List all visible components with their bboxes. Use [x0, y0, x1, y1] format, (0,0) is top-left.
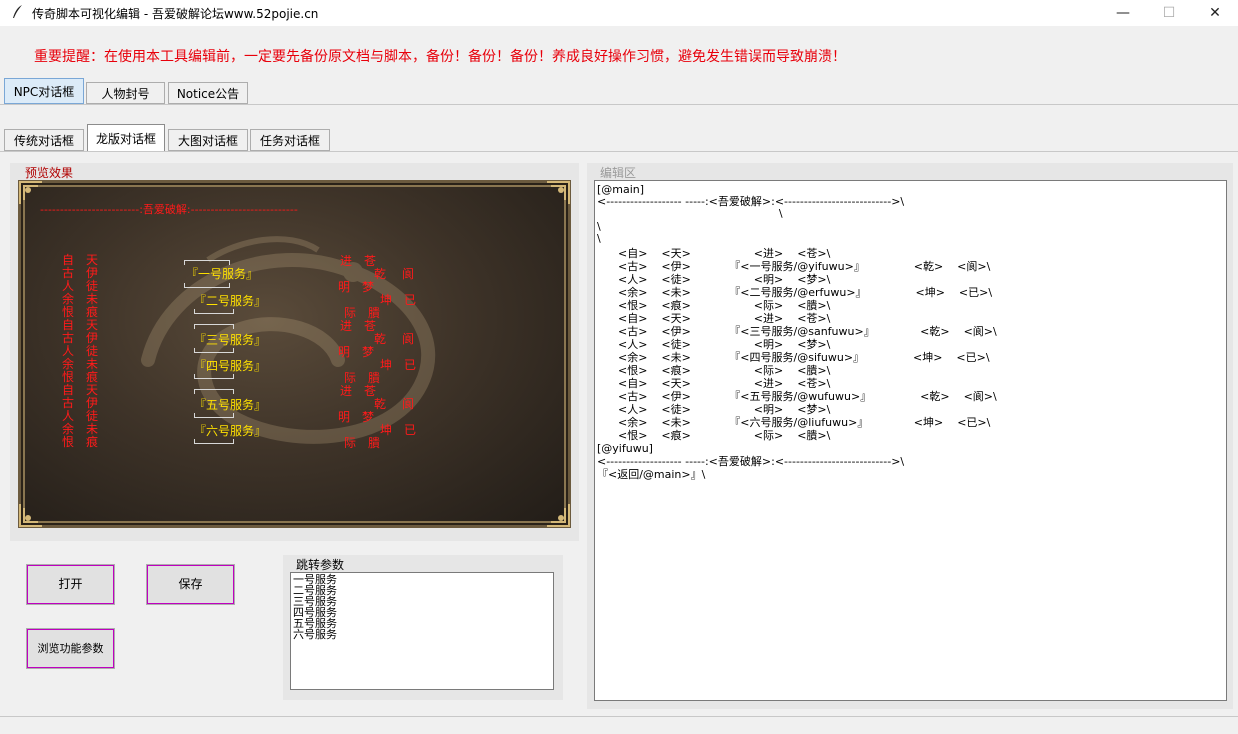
tab-dragon-dialog[interactable]: 龙版对话框	[87, 124, 165, 152]
editor-line: \	[597, 232, 601, 245]
jump-param-item: 六号服务	[293, 628, 337, 641]
editor-line: [@yifuwu]	[597, 442, 653, 455]
editor-line: <人> <徒> <明> <梦>\	[597, 338, 831, 351]
editor-line: <自> <天> <进> <苍>\	[597, 377, 831, 390]
close-button[interactable]: ✕	[1192, 0, 1238, 26]
preview-word: 坤	[380, 293, 393, 307]
jump-params-label: 跳转参数	[296, 558, 345, 572]
open-button[interactable]: 打开	[26, 564, 115, 605]
tab-character-ban[interactable]: 人物封号	[86, 82, 165, 104]
editor-line: <恨> <痕> <际> <膭>\	[597, 364, 831, 377]
tab-task-dialog[interactable]: 任务对话框	[250, 129, 330, 151]
editor-line: <自> <天> <进> <苍>\	[597, 312, 831, 325]
preview-word: 坤	[380, 358, 393, 372]
preview-word: 已	[404, 423, 417, 437]
preview-word: 明	[338, 410, 351, 424]
preview-word: 已	[404, 358, 417, 372]
editor-line: <余> <未> 『<四号服务/@sifuwu>』 <坤> <已>\	[597, 351, 990, 364]
editor-line: <恨> <痕> <际> <膭>\	[597, 299, 831, 312]
editor-line: <古> <伊> 『<三号服务/@sanfuwu>』 <乾> <阆>\	[597, 325, 997, 338]
editor-label: 编辑区	[600, 166, 637, 180]
preview-right-words: 进苍乾阆明梦坤已际膭进苍乾阆明梦坤已际膭进苍乾阆明梦坤已际膭	[18, 180, 571, 528]
status-divider	[0, 716, 1238, 717]
editor-line: <余> <未> 『<二号服务/@erfuwu>』 <坤> <已>\	[597, 286, 993, 299]
preview-word: 际	[344, 436, 357, 450]
preview-word: 阆	[402, 397, 415, 411]
editor-line: <余> <未> 『<六号服务/@liufuwu>』 <坤> <已>\	[597, 416, 991, 429]
editor-line: <人> <徒> <明> <梦>\	[597, 273, 831, 286]
tab-divider	[0, 104, 1238, 105]
jump-params-textarea[interactable]: 一号服务 二号服务 三号服务 四号服务 五号服务 六号服务	[290, 572, 554, 690]
preview-word: 进	[340, 384, 353, 398]
editor-line: <------------------- -----:<吾爱破解>:<-----…	[597, 455, 905, 468]
preview-canvas: -------------------------:吾爱破解:---------…	[18, 180, 571, 528]
feather-icon	[13, 5, 22, 18]
preview-word: 明	[338, 345, 351, 359]
preview-word: 梦	[362, 345, 375, 359]
minimize-button[interactable]: —	[1100, 0, 1146, 26]
preview-word: 乾	[374, 332, 387, 346]
editor-line: <恨> <痕> <际> <膭>\	[597, 429, 831, 442]
preview-word: 乾	[374, 267, 387, 281]
preview-word: 阆	[402, 267, 415, 281]
preview-word: 进	[340, 254, 353, 268]
tab-large-image-dialog[interactable]: 大图对话框	[168, 129, 248, 151]
browse-params-button[interactable]: 浏览功能参数	[26, 628, 115, 669]
editor-line: <古> <伊> 『<一号服务/@yifuwu>』 <乾> <阆>\	[597, 260, 991, 273]
tab-traditional-dialog[interactable]: 传统对话框	[4, 129, 84, 151]
editor-line: <古> <伊> 『<五号服务/@wufuwu>』 <乾> <阆>\	[597, 390, 997, 403]
preview-word: 明	[338, 280, 351, 294]
tab-notice[interactable]: Notice公告	[168, 82, 248, 104]
window-title: 传奇脚本可视化编辑 - 吾爱破解论坛www.52pojie.cn	[32, 7, 319, 21]
editor-line: <人> <徒> <明> <梦>\	[597, 403, 831, 416]
preview-word: 梦	[362, 410, 375, 424]
preview-word: 膭	[368, 436, 381, 450]
subtab-divider	[0, 151, 1238, 152]
preview-word: 梦	[362, 280, 375, 294]
maximize-button[interactable]: ☐	[1146, 0, 1192, 26]
editor-textarea[interactable]: [@main] <------------------- -----:<吾爱破解>…	[594, 180, 1227, 701]
preview-label: 预览效果	[25, 166, 74, 180]
editor-line: <自> <天> <进> <苍>\	[597, 247, 831, 260]
save-button[interactable]: 保存	[146, 564, 235, 605]
tab-npc-dialog[interactable]: NPC对话框	[4, 78, 84, 104]
preview-word: 坤	[380, 423, 393, 437]
editor-line: 『<返回/@main>』\	[597, 468, 706, 481]
preview-word: 进	[340, 319, 353, 333]
preview-word: 已	[404, 293, 417, 307]
preview-word: 乾	[374, 397, 387, 411]
editor-line: \	[597, 207, 783, 220]
preview-word: 阆	[402, 332, 415, 346]
warning-text: 重要提醒：在使用本工具编辑前，一定要先备份原文档与脚本，备份！备份！备份！养成良…	[34, 49, 846, 65]
